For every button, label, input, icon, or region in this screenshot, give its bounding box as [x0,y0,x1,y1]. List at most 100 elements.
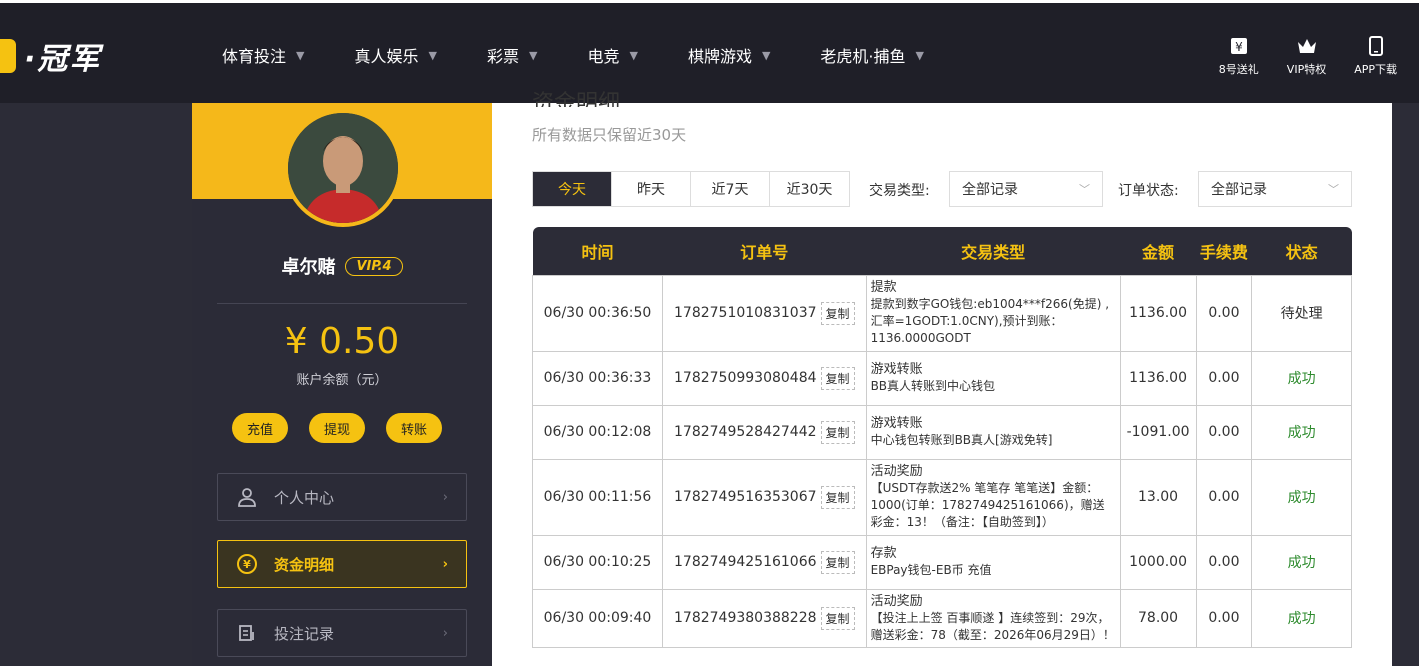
cell-status: 待处理 [1251,274,1352,352]
svg-text:¥: ¥ [243,558,251,571]
chevron-right-icon: › [442,489,448,505]
table-header-row: 时间 订单号 交易类型 金额 手续费 状态 [532,227,1352,275]
chevron-down-icon: ▼ [528,48,538,62]
sidebar-item-funds[interactable]: ¥ 资金明细 › [217,540,467,588]
balance-label: 账户余额（元） [296,373,388,388]
transfer-button[interactable]: 转账 [386,413,442,443]
tab-today[interactable]: 今天 [533,172,612,206]
cell-order: 1782749528427442 复制 [661,404,867,460]
vip-badge: VIP.4 [345,256,403,276]
gift-link[interactable]: ¥ 8号送礼 [1219,35,1259,77]
table-row: 06/30 00:10:25 1782749425161066 复制 存款 EBPa… [532,534,1352,590]
cell-type: 游戏转账 BB真人转账到中心钱包 [865,350,1121,406]
funds-panel: 资金明细 所有数据只保留近30天 今天 昨天 近7天 近30天 交易类型: 全部… [492,91,1392,666]
retention-notice: 所有数据只保留近30天 [532,126,687,144]
cell-fee: 0.00 [1195,274,1253,352]
cell-time: 06/30 00:36:33 [532,350,663,406]
cell-status: 成功 [1251,404,1352,460]
avatar-image [288,113,398,223]
chevron-down-icon: ▼ [761,48,771,62]
cell-time: 06/30 00:09:40 [532,588,663,648]
copy-button[interactable]: 复制 [820,550,855,574]
col-header-fee: 手续费 [1199,242,1248,262]
transaction-type-select[interactable]: 全部记录 ﹀ [949,171,1103,207]
cell-type: 活动奖励 【投注上上签 百事顺遂 】连续签到：29次，赠送彩金：78（截至：202… [865,588,1121,648]
sidebar-item-bet-records[interactable]: 投注记录 › [217,609,467,657]
col-header-time: 时间 [581,242,614,262]
cell-amount: -1091.00 [1119,404,1197,460]
cell-type: 游戏转账 中心钱包转账到BB真人[游戏免转] [865,404,1121,460]
transaction-type-label: 交易类型: [869,183,930,199]
cell-status: 成功 [1251,350,1352,406]
cell-type: 存款 EBPay钱包-EB币 充值 [865,534,1121,590]
cell-fee: 0.00 [1195,534,1253,590]
cell-amount: 1000.00 [1119,534,1197,590]
brand-logo[interactable]: ·冠军 [0,33,101,79]
tab-last-7-days[interactable]: 近7天 [691,172,770,206]
copy-button[interactable]: 复制 [820,485,855,509]
top-navbar: ·冠军 体育投注 ▼ 真人娱乐 ▼ 彩票 ▼ 电竞 ▼ 棋牌游戏 ▼ 老虎机·捕鱼 ▼ ¥ … [0,0,1419,103]
vip-link[interactable]: VIP特权 [1287,35,1326,77]
cell-fee: 0.00 [1195,588,1253,648]
nav-item-esports[interactable]: 电竞 ▼ [587,43,637,67]
withdraw-button[interactable]: 提现 [309,413,365,443]
copy-button[interactable]: 复制 [820,420,855,444]
table-row: 06/30 00:12:08 1782749528427442 复制 游戏转账 中心… [532,404,1352,460]
nav-item-sports[interactable]: 体育投注 ▼ [222,43,304,67]
app-download-link[interactable]: APP下载 [1354,35,1397,77]
order-status-select[interactable]: 全部记录 ﹀ [1198,171,1352,207]
chevron-down-icon: ▼ [428,48,437,62]
nav-item-lottery[interactable]: 彩票 ▼ [487,43,537,67]
user-icon [236,486,258,508]
date-range-tabs: 今天 昨天 近7天 近30天 [532,171,850,207]
cell-order: 1782749380388228 复制 [661,588,867,648]
cell-order: 1782749516353067 复制 [661,458,867,536]
nav-item-live-casino[interactable]: 真人娱乐 ▼ [354,43,436,67]
col-header-amount: 金额 [1142,242,1175,262]
cell-time: 06/30 00:11:56 [532,458,663,536]
tab-last-30-days[interactable]: 近30天 [770,172,849,206]
sidebar-item-label: 资金明细 [274,555,335,574]
copy-button[interactable]: 复制 [820,366,855,390]
col-header-status: 状态 [1285,242,1318,262]
phone-icon [1368,36,1383,56]
chevron-down-icon: ▼ [296,48,305,62]
cell-fee: 0.00 [1195,458,1253,536]
gift-icon: ¥ [1230,38,1247,54]
document-icon [236,622,258,644]
chevron-down-icon: ▼ [915,48,924,62]
transactions-table: 时间 订单号 交易类型 金额 手续费 状态 06/30 00:36:50 178… [532,227,1352,648]
username: 卓尔赌 [281,257,336,278]
nav-item-slots-fishing[interactable]: 老虎机·捕鱼 ▼ [820,43,924,67]
cell-amount: 78.00 [1119,588,1197,648]
cell-order: 1782750993080484 复制 [661,350,867,406]
sidebar-item-personal-center[interactable]: 个人中心 › [217,473,467,521]
copy-button[interactable]: 复制 [820,301,855,325]
deposit-button[interactable]: 充值 [232,413,288,443]
cell-order: 1782751010831037 复制 [661,274,867,352]
cell-fee: 0.00 [1195,404,1253,460]
cell-amount: 1136.00 [1119,350,1197,406]
cell-fee: 0.00 [1195,350,1253,406]
cell-time: 06/30 00:10:25 [532,534,663,590]
crown-icon [1297,39,1316,53]
nav-item-chess-cards[interactable]: 棋牌游戏 ▼ [688,43,770,67]
col-header-order: 订单号 [740,242,789,262]
table-row: 06/30 00:36:50 1782751010831037 复制 提款 提款到数… [532,274,1352,352]
copy-button[interactable]: 复制 [820,606,855,630]
header-right-links: ¥ 8号送礼 VIP特权 APP下载 [1191,35,1397,77]
avatar[interactable] [284,109,402,227]
logo-text: ·冠军 [24,42,102,77]
svg-text:¥: ¥ [1235,40,1243,54]
order-status-label: 订单状态: [1118,183,1179,199]
logo-mark-icon [0,39,16,73]
cell-status: 成功 [1251,458,1352,536]
chevron-down-icon: ﹀ [1079,183,1090,196]
col-header-type: 交易类型 [961,242,1026,262]
cell-type: 提款 提款到数字GO钱包:eb1004***f266(免提) ,汇率=1GODT:… [865,274,1121,352]
tab-yesterday[interactable]: 昨天 [612,172,691,206]
page-title: 资金明细 [532,91,621,107]
table-row: 06/30 00:11:56 1782749516353067 复制 活动奖励 【U… [532,458,1352,536]
account-sidebar: 卓尔赌 VIP.4 ¥ 0.50 账户余额（元） 充值 提现 转账 个人中心 ›… [192,103,492,666]
cell-type: 活动奖励 【USDT存款送2% 笔笔存 笔笔送】金额：1000(订单：178274… [865,458,1121,536]
